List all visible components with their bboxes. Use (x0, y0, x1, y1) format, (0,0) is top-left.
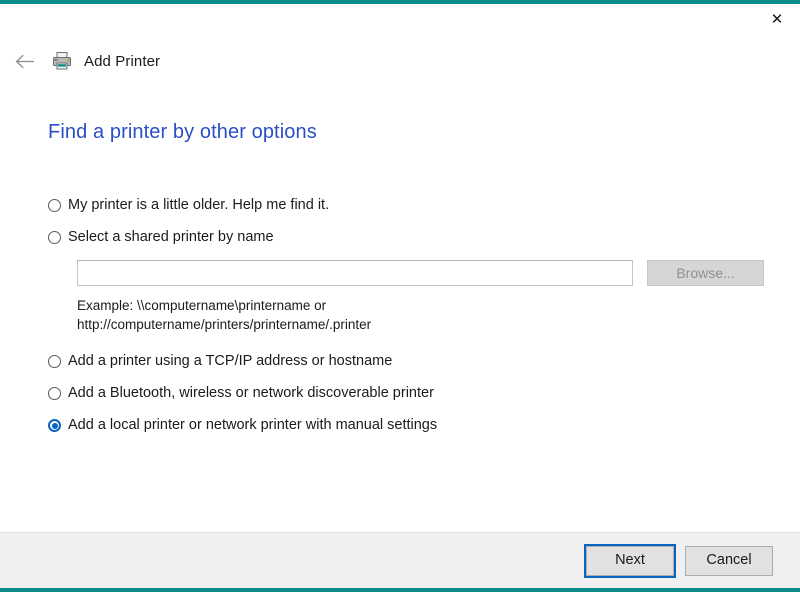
radio-option-label: My printer is a little older. Help me fi… (68, 196, 329, 215)
radio-option-label: Add a Bluetooth, wireless or network dis… (68, 384, 434, 403)
add-printer-dialog: ✕ Add Printer Find a printer by o (0, 0, 800, 592)
title-bar: ✕ (0, 4, 800, 40)
radio-option-older-printer[interactable]: My printer is a little older. Help me fi… (48, 196, 329, 215)
shared-printer-input-row: Browse... (77, 260, 770, 286)
radio-option-label: Select a shared printer by name (68, 228, 274, 247)
section-heading: Find a printer by other options (30, 82, 770, 144)
radio-indicator[interactable] (48, 387, 61, 400)
radio-option-tcpip-printer[interactable]: Add a printer using a TCP/IP address or … (48, 352, 392, 371)
arrow-left-icon (15, 54, 35, 69)
radio-option-shared-printer-by-name[interactable]: Select a shared printer by name (48, 228, 274, 247)
example-hint-text: Example: \\computername\printername or h… (77, 296, 770, 334)
dialog-body: Find a printer by other options My print… (0, 82, 800, 532)
printer-icon (50, 49, 74, 73)
printer-options-group: My printer is a little older. Help me fi… (30, 144, 770, 435)
browse-button: Browse... (647, 260, 764, 286)
shared-printer-name-input[interactable] (77, 260, 633, 286)
back-button[interactable] (8, 44, 42, 78)
radio-option-local-printer-manual[interactable]: Add a local printer or network printer w… (48, 416, 437, 435)
radio-indicator[interactable] (48, 199, 61, 212)
example-hint-line-2: http://computername/printers/printername… (77, 315, 770, 334)
radio-indicator[interactable] (48, 231, 61, 244)
page-title: Add Printer (84, 53, 160, 70)
radio-indicator[interactable] (48, 419, 61, 432)
dialog-footer: Next Cancel (0, 532, 800, 588)
navigation-row: Add Printer (0, 40, 800, 82)
radio-option-label: Add a printer using a TCP/IP address or … (68, 352, 392, 371)
next-button[interactable]: Next (586, 546, 674, 576)
close-icon[interactable]: ✕ (754, 4, 800, 34)
cancel-button[interactable]: Cancel (685, 546, 773, 576)
shared-printer-details: Browse... Example: \\computername\printe… (77, 260, 770, 334)
radio-option-label: Add a local printer or network printer w… (68, 416, 437, 435)
radio-indicator[interactable] (48, 355, 61, 368)
radio-option-bluetooth-printer[interactable]: Add a Bluetooth, wireless or network dis… (48, 384, 434, 403)
example-hint-line-1: Example: \\computername\printername or (77, 296, 770, 315)
